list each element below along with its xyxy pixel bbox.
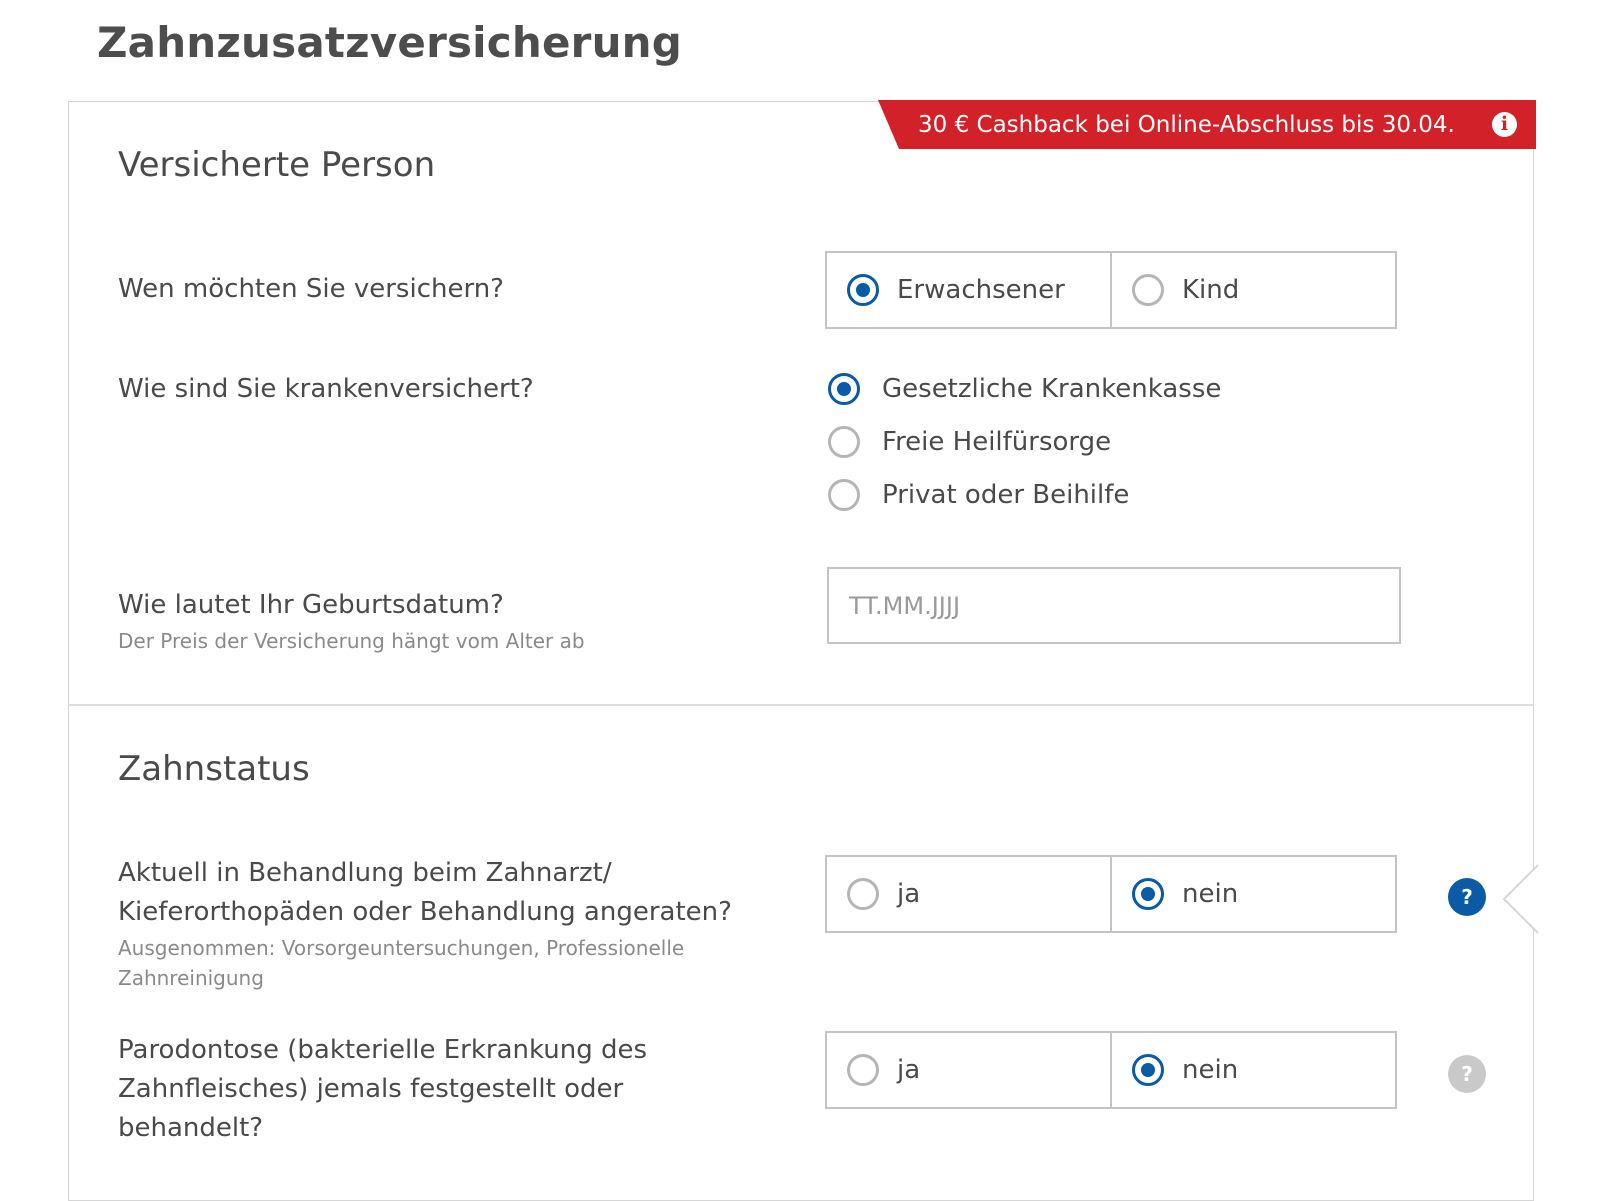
option-periodontitis-ja[interactable]: ja (827, 1033, 1110, 1107)
tooltip-pointer (1502, 864, 1539, 934)
question-periodontitis: Parodontose (bakterielle Erkrankung des … (118, 1031, 647, 1148)
birthdate-hint: Der Preis der Versicherung hängt vom Alt… (118, 629, 585, 653)
option-treatment-nein[interactable]: nein (1110, 857, 1395, 931)
radio-erwachsener[interactable] (847, 274, 879, 306)
radio-treatment-ja[interactable] (847, 878, 879, 910)
question-treatment-line1: Aktuell in Behandlung beim Zahnarzt/ (118, 858, 612, 888)
treatment-segmented-control: ja nein (825, 855, 1397, 933)
cashback-banner: 30 € Cashback bei Online-Abschluss bis 3… (878, 100, 1536, 149)
option-periodontitis-nein[interactable]: nein (1110, 1033, 1395, 1107)
option-heilfuersorge[interactable]: Freie Heilfürsorge (828, 422, 1111, 462)
who-segmented-control: Erwachsener Kind (825, 251, 1397, 329)
treatment-hint-line1: Ausgenommen: Vorsorgeuntersuchungen, Pro… (118, 936, 685, 960)
info-icon[interactable]: i (1492, 112, 1517, 137)
treatment-hint: Ausgenommen: Vorsorgeuntersuchungen, Pro… (118, 933, 684, 993)
option-label: Kind (1182, 275, 1240, 305)
page-title: Zahnzusatzversicherung (97, 18, 683, 67)
question-periodontitis-line1: Parodontose (bakterielle Erkrankung des (118, 1035, 648, 1065)
option-label: ja (897, 1055, 921, 1085)
radio-gesetzlich[interactable] (828, 373, 860, 405)
option-label: Freie Heilfürsorge (882, 427, 1112, 457)
section-title-person: Versicherte Person (118, 145, 436, 185)
option-label: Erwachsener (897, 275, 1065, 305)
radio-kind[interactable] (1132, 274, 1164, 306)
option-erwachsener[interactable]: Erwachsener (827, 253, 1110, 327)
question-insurance: Wie sind Sie krankenversichert? (118, 374, 534, 404)
option-gesetzlich[interactable]: Gesetzliche Krankenkasse (828, 369, 1221, 409)
question-periodontitis-line2: Zahnfleisches) jemals festgestellt oder (118, 1074, 624, 1104)
option-treatment-ja[interactable]: ja (827, 857, 1110, 931)
section-divider (68, 704, 1534, 706)
help-icon-treatment[interactable]: ? (1448, 878, 1486, 916)
question-birthdate: Wie lautet Ihr Geburtsdatum? (118, 590, 504, 620)
radio-privat[interactable] (828, 479, 860, 511)
option-label: Gesetzliche Krankenkasse (882, 374, 1222, 404)
treatment-hint-line2: Zahnreinigung (118, 966, 264, 990)
radio-treatment-nein[interactable] (1132, 878, 1164, 910)
section-title-teeth: Zahnstatus (118, 749, 310, 789)
option-privat[interactable]: Privat oder Beihilfe (828, 475, 1129, 515)
question-treatment: Aktuell in Behandlung beim Zahnarzt/ Kie… (118, 854, 732, 932)
option-label: Privat oder Beihilfe (882, 480, 1130, 510)
option-label: nein (1182, 1055, 1239, 1085)
periodontitis-segmented-control: ja nein (825, 1031, 1397, 1109)
option-kind[interactable]: Kind (1110, 253, 1395, 327)
option-label: nein (1182, 879, 1239, 909)
question-who: Wen möchten Sie versichern? (118, 274, 504, 304)
question-periodontitis-line3: behandelt? (118, 1113, 264, 1143)
radio-periodontitis-ja[interactable] (847, 1054, 879, 1086)
radio-heilfuersorge[interactable] (828, 426, 860, 458)
help-icon-periodontitis[interactable]: ? (1448, 1055, 1486, 1093)
question-treatment-line2: Kieferorthopäden oder Behandlung angerat… (118, 897, 732, 927)
radio-periodontitis-nein[interactable] (1132, 1054, 1164, 1086)
cashback-text: 30 € Cashback bei Online-Abschluss bis 3… (918, 112, 1455, 138)
birthdate-input[interactable] (827, 567, 1401, 644)
option-label: ja (897, 879, 921, 909)
